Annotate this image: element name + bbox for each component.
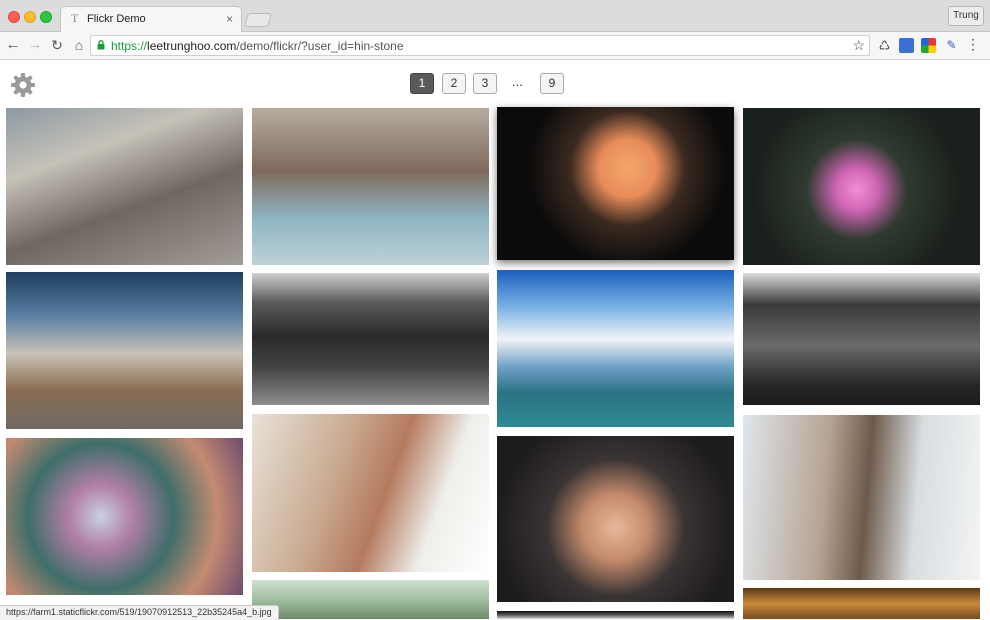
pen-extension-icon[interactable]: ✎ (944, 38, 959, 53)
tab-title: Flickr Demo (87, 13, 146, 25)
photo-tile-girl-by-window[interactable] (252, 414, 489, 572)
new-tab-button[interactable] (244, 13, 272, 27)
profile-button[interactable]: Trung (948, 6, 984, 26)
home-icon[interactable]: ⌂ (70, 36, 88, 54)
page-button-1[interactable]: 1 (410, 73, 434, 94)
photo-tile-people-on-bench-bw[interactable] (743, 273, 980, 405)
photo-tile-florence-basilica[interactable] (6, 272, 243, 429)
gear-icon[interactable] (10, 72, 36, 98)
address-bar[interactable]: https://leetrunghoo.com/demo/flickr/?use… (90, 35, 870, 56)
forward-arrow-icon[interactable]: → (26, 36, 44, 54)
page-button-9[interactable]: 9 (540, 73, 564, 94)
page-button-3[interactable]: 3 (473, 73, 497, 94)
photo-tile-city-bw-partial[interactable] (497, 611, 734, 619)
photo-tile-venice-skyline[interactable] (497, 270, 734, 427)
tab-favicon-icon: T (71, 11, 79, 25)
photo-tile-orange-rose[interactable] (497, 107, 734, 260)
url-path: /demo/flickr/?user_id=hin-stone (236, 39, 404, 53)
color-extension-icon[interactable] (921, 38, 936, 53)
close-window-button[interactable] (8, 11, 20, 23)
photo-tile-girl-garden-partial[interactable] (252, 580, 489, 619)
reload-icon[interactable]: ↻ (48, 36, 66, 54)
photo-tile-girl-in-colonnade[interactable] (252, 108, 489, 265)
photo-tile-warm-interior-partial[interactable] (743, 588, 980, 619)
photo-tile-legs-on-wall-bw[interactable] (252, 273, 489, 405)
recycle-extension-icon[interactable]: ♺ (877, 38, 892, 53)
browser-menu-icon[interactable]: ⋮ (966, 36, 980, 53)
page-button-2[interactable]: 2 (442, 73, 466, 94)
browser-toolbar: ← → ↻ ⌂ https://leetrunghoo.com/demo/fli… (0, 32, 990, 60)
translate-extension-icon[interactable] (899, 38, 914, 53)
photo-tile-girl-in-white-dress[interactable] (743, 415, 980, 580)
tab-flickr-demo[interactable]: T Flickr Demo × (60, 6, 242, 32)
url-scheme: https:// (111, 39, 148, 53)
photo-tile-child-covering-mouth[interactable] (497, 436, 734, 602)
bookmark-star-icon[interactable]: ☆ (852, 37, 865, 54)
photo-tile-pink-rose[interactable] (743, 108, 980, 265)
window-titlebar: T Flickr Demo × Trung (0, 0, 990, 32)
tab-close-icon[interactable]: × (226, 12, 233, 26)
flickr-gallery-page: 1 2 3 ... 9 (0, 60, 990, 619)
photo-tile-girl-on-steps[interactable] (6, 108, 243, 265)
back-arrow-icon[interactable]: ← (4, 36, 22, 54)
url-host: leetrunghoo.com (147, 39, 237, 53)
status-bar-url: https://farm1.staticflickr.com/519/19070… (0, 605, 279, 620)
lock-icon (97, 40, 105, 50)
url-text[interactable]: https://leetrunghoo.com/demo/flickr/?use… (111, 39, 404, 53)
photo-tile-cherry-blossom[interactable] (6, 438, 243, 595)
pagination-ellipsis: ... (512, 74, 523, 89)
zoom-window-button[interactable] (40, 11, 52, 23)
minimize-window-button[interactable] (24, 11, 36, 23)
